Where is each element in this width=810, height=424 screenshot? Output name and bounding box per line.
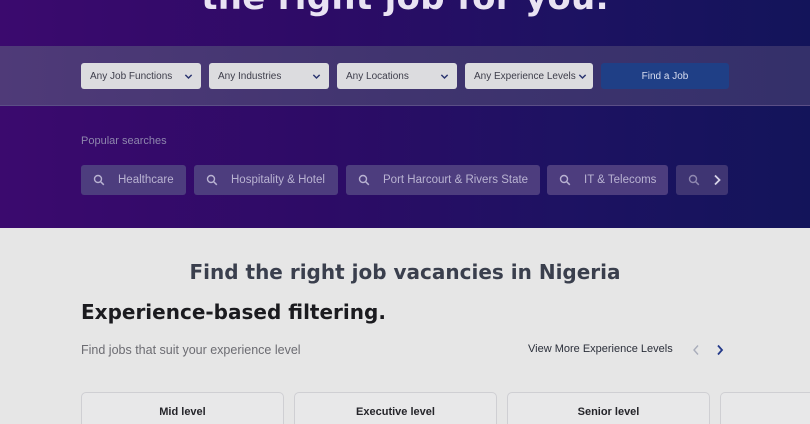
chevron-right-icon (712, 174, 722, 186)
popular-search-chip-label: Port Harcourt & Rivers State (383, 174, 529, 186)
popular-searches-scroll-next[interactable] (706, 165, 728, 195)
experience-level-card-partial[interactable] (720, 392, 810, 424)
experience-level-card-label: Senior level (577, 406, 640, 418)
experience-level-card-label: Mid level (159, 406, 206, 418)
experience-carousel-prev-button[interactable] (689, 342, 703, 358)
popular-search-chip-it-telecoms[interactable]: IT & Telecoms (547, 165, 668, 195)
industries-select-label: Any Industries (218, 70, 282, 82)
experience-heading: Experience-based filtering. (81, 300, 386, 324)
search-icon (688, 174, 700, 186)
popular-search-chip-label: Hospitality & Hotel (231, 174, 325, 186)
search-icon (206, 174, 218, 186)
experience-level-card-senior[interactable]: Senior level (507, 392, 710, 424)
popular-search-chip-label: Healthcare (118, 174, 174, 186)
job-functions-select[interactable]: Any Job Functions (81, 63, 201, 89)
popular-search-chip-label: IT & Telecoms (584, 174, 657, 186)
chevron-left-icon (692, 344, 700, 356)
view-more-experience-levels-link[interactable]: View More Experience Levels (528, 343, 673, 355)
find-a-job-button[interactable]: Find a Job (601, 63, 729, 89)
hero-banner: the right job for you. Any Job Functions… (0, 0, 810, 228)
experience-subtitle: Find jobs that suit your experience leve… (81, 343, 301, 357)
chevron-down-icon (311, 71, 321, 81)
chevron-down-icon (577, 71, 587, 81)
experience-levels-select-label: Any Experience Levels (474, 70, 576, 82)
chevron-down-icon (183, 71, 193, 81)
industries-select[interactable]: Any Industries (209, 63, 329, 89)
job-search-filter-bar: Any Job Functions Any Industries Any Loc… (0, 46, 810, 106)
locations-select-label: Any Locations (346, 70, 409, 82)
popular-search-chip-port-harcourt[interactable]: Port Harcourt & Rivers State (346, 165, 540, 195)
search-icon (559, 174, 571, 186)
experience-level-card-label: Executive level (356, 406, 435, 418)
experience-level-card-mid[interactable]: Mid level (81, 392, 284, 424)
popular-search-chip-hospitality[interactable]: Hospitality & Hotel (194, 165, 338, 195)
locations-select[interactable]: Any Locations (337, 63, 457, 89)
experience-level-card-executive[interactable]: Executive level (294, 392, 497, 424)
search-icon (93, 174, 105, 186)
popular-search-chip-healthcare[interactable]: Healthcare (81, 165, 186, 195)
experience-levels-select[interactable]: Any Experience Levels (465, 63, 593, 89)
experience-carousel-next-button[interactable] (713, 342, 727, 358)
section-title: Find the right job vacancies in Nigeria (189, 260, 621, 284)
chevron-right-icon (716, 344, 724, 356)
hero-title: the right job for you. (0, 0, 810, 18)
job-functions-select-label: Any Job Functions (90, 70, 173, 82)
popular-searches-label: Popular searches (81, 135, 167, 147)
search-icon (358, 174, 370, 186)
chevron-down-icon (439, 71, 449, 81)
